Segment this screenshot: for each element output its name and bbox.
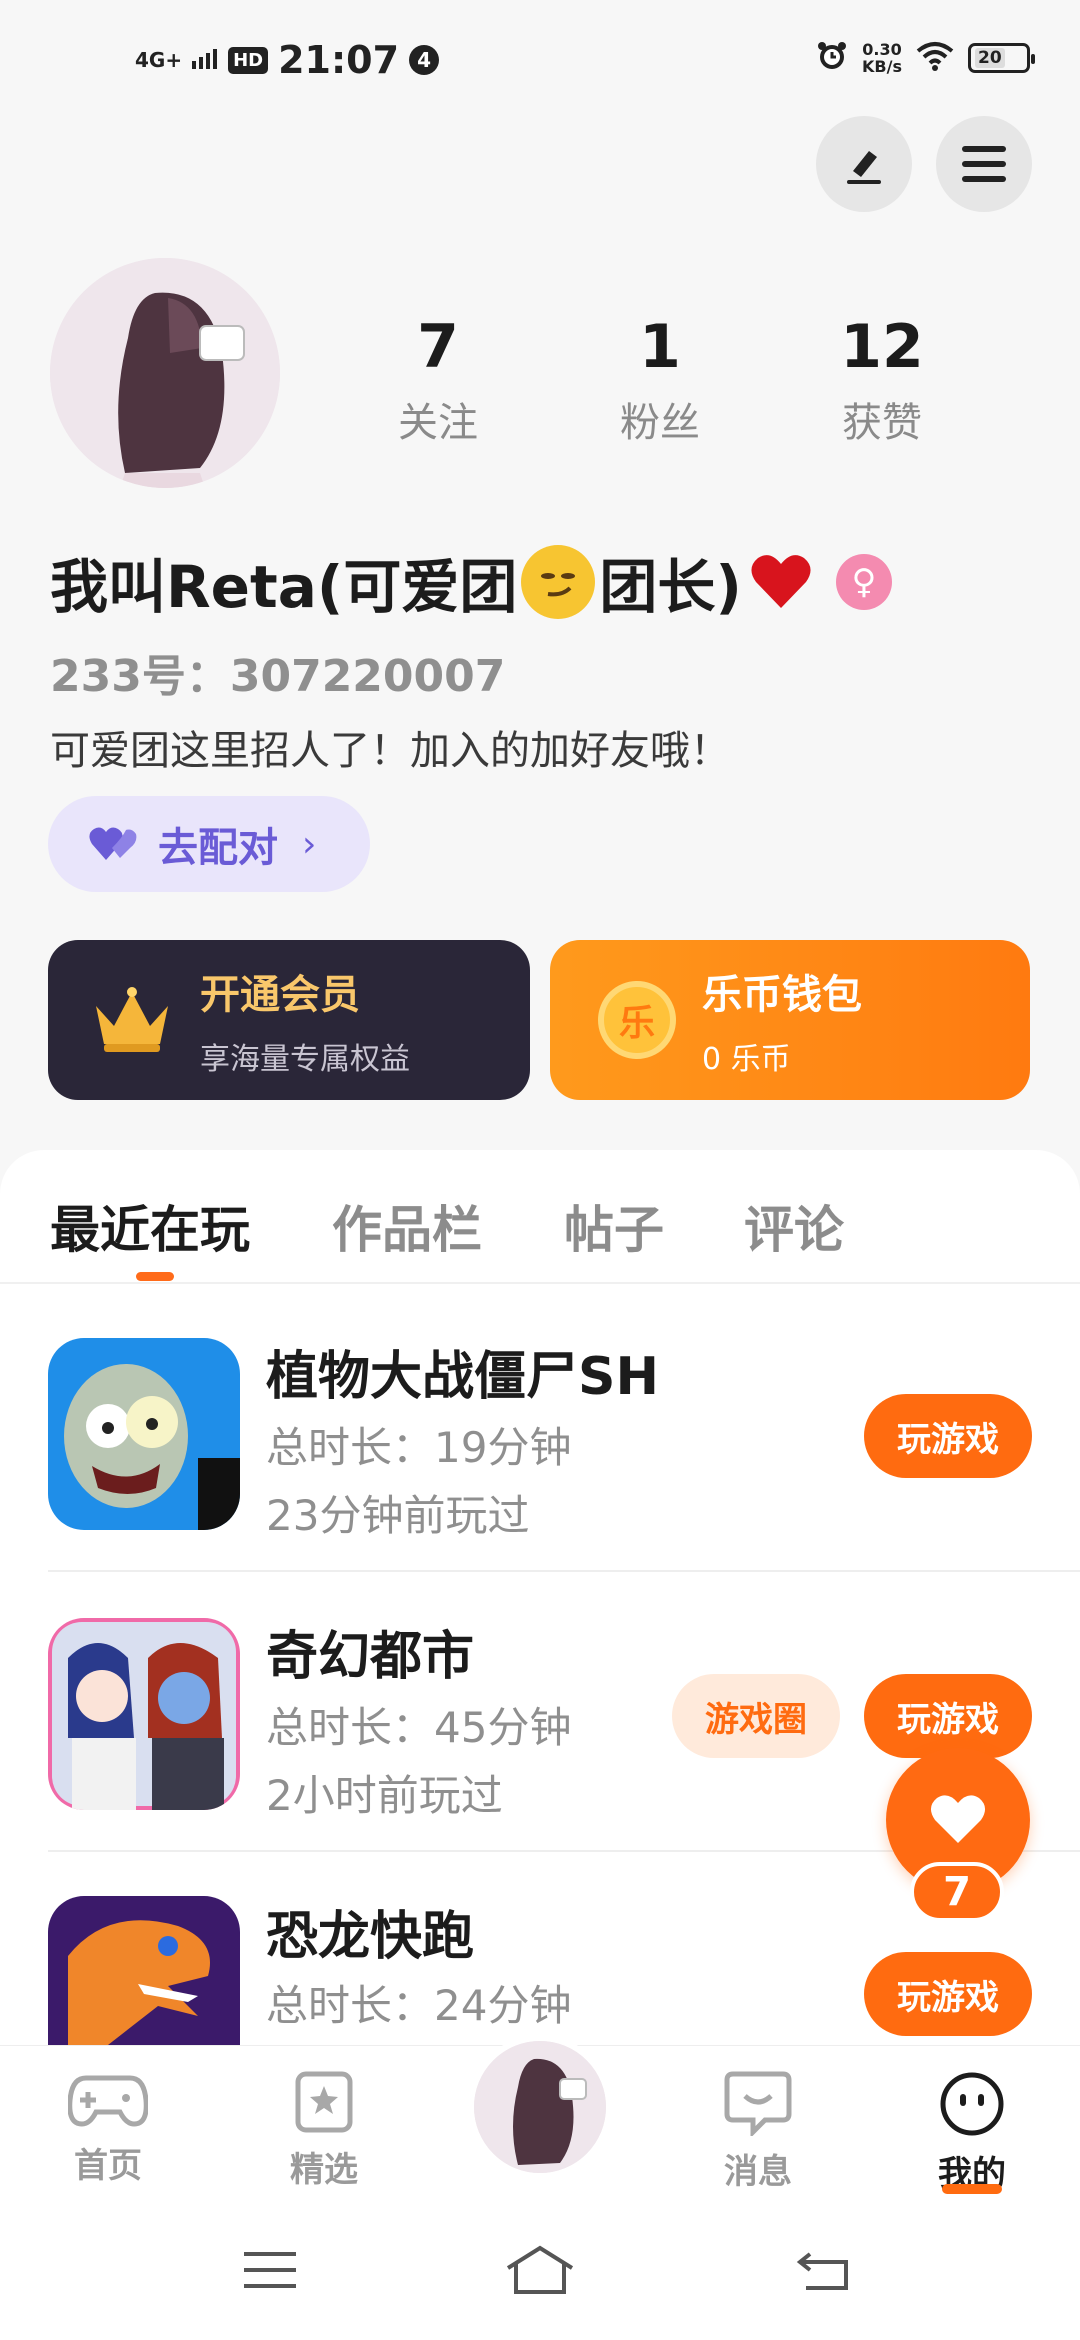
tab-comments[interactable]: 评论 [744, 1190, 844, 1262]
play-game-button[interactable]: 玩游戏 [864, 1674, 1032, 1758]
user-id: 233号：307220007 [50, 651, 506, 702]
network-indicator: 4G+ [135, 48, 183, 72]
nickname: 我叫Reta(可爱团 团长) ♀ [50, 540, 892, 624]
pencil-icon [847, 151, 881, 184]
menu-button[interactable] [936, 116, 1032, 212]
recent-apps-button[interactable] [244, 2250, 296, 2294]
divider [48, 1570, 1080, 1572]
vip-card[interactable]: 开通会员 享海量专属权益 [48, 940, 530, 1100]
stat-following[interactable]: 7 关注 [348, 312, 528, 448]
double-heart-icon [89, 827, 137, 860]
game-name[interactable]: 奇幻都市 [266, 1614, 474, 1689]
tab-works[interactable]: 作品栏 [332, 1190, 482, 1262]
chevron-right-icon: › [302, 823, 317, 865]
divider [0, 1282, 1080, 1284]
nav-me[interactable]: 我的 [892, 2070, 1052, 2195]
game-duration: 总时长：45分钟 [266, 1703, 572, 1752]
home-button[interactable] [504, 2244, 576, 2300]
home-icon [506, 2245, 574, 2294]
menu-icon [962, 146, 1006, 182]
center-avatar-button[interactable] [468, 2035, 612, 2179]
signal-icon [192, 47, 218, 73]
clock: 21:07 [278, 38, 400, 82]
stat-followers[interactable]: 1 粉丝 [570, 312, 750, 448]
tab-indicator [136, 1272, 174, 1281]
smirk-emoji-icon [521, 545, 596, 619]
game-duration: 总时长：24分钟 [266, 1981, 572, 2030]
back-icon [796, 2252, 848, 2290]
tab-posts[interactable]: 帖子 [564, 1190, 664, 1262]
profile-avatar[interactable] [50, 258, 280, 488]
status-bar-right: 0.30 KB/s 20 [816, 40, 1035, 76]
back-button[interactable] [796, 2250, 852, 2296]
game-icon-pvz[interactable] [48, 1338, 240, 1530]
tab-recent[interactable]: 最近在玩 [50, 1190, 250, 1262]
game-icon-fantasy-city[interactable] [48, 1618, 240, 1810]
status-bar-left: 4G+ HD 21:07 4 [135, 38, 440, 82]
notification-count-badge: 4 [409, 45, 440, 75]
game-last-played: 23分钟前玩过 [266, 1491, 530, 1540]
heart-icon [930, 1795, 986, 1843]
battery-indicator: 20 [968, 43, 1035, 73]
game-circle-button[interactable]: 游戏圈 [672, 1674, 840, 1758]
heart-emoji-icon [748, 552, 814, 612]
active-nav-indicator [942, 2184, 1002, 2194]
stat-likes[interactable]: 12 获赞 [792, 312, 972, 448]
game-name[interactable]: 植物大战僵尸SH [266, 1334, 659, 1409]
match-button[interactable]: 去配对 › [48, 796, 370, 892]
nav-featured[interactable]: 精选 [244, 2070, 404, 2191]
crown-icon [96, 987, 168, 1052]
play-game-button[interactable]: 玩游戏 [864, 1394, 1032, 1478]
edit-profile-button[interactable] [816, 116, 912, 212]
game-last-played: 2小时前玩过 [266, 1771, 503, 1820]
play-game-button[interactable]: 玩游戏 [864, 1952, 1032, 2036]
face-icon [940, 2072, 1004, 2136]
nav-home[interactable]: 首页 [28, 2070, 188, 2187]
nav-messages[interactable]: 消息 [678, 2070, 838, 2193]
game-duration: 总时长：19分钟 [266, 1423, 572, 1472]
female-gender-icon: ♀ [835, 554, 892, 610]
wallet-card[interactable]: 乐 乐币钱包 0 乐币 [550, 940, 1030, 1100]
hd-badge: HD [228, 46, 269, 74]
menu-lines-icon [244, 2252, 296, 2288]
game-name[interactable]: 恐龙快跑 [266, 1894, 474, 1969]
coin-icon: 乐 [598, 981, 676, 1059]
like-count-badge: 7 [910, 1862, 1004, 1922]
alarm-icon [816, 40, 848, 76]
star-bookmark-icon [295, 2071, 353, 2133]
chat-bubble-icon [724, 2071, 792, 2136]
bio: 可爱团这里招人了！加入的加好友哦！ [50, 728, 730, 774]
gamepad-icon [68, 2075, 148, 2127]
net-speed: 0.30 KB/s [862, 40, 902, 76]
wifi-icon [916, 41, 954, 75]
game-icon-dino-run[interactable] [48, 1896, 240, 2045]
